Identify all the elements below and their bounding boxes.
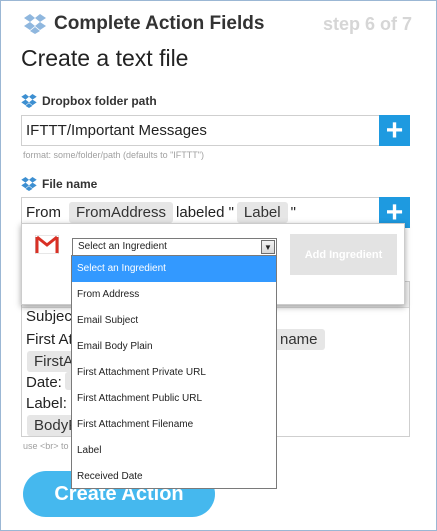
option-email-subject[interactable]: Email Subject [72,308,276,334]
file-name-prefix: From [26,204,61,221]
folder-path-label-text: Dropbox folder path [42,94,157,108]
file-name-middle: labeled " [176,204,234,221]
option-first-attachment-private-url[interactable]: First Attachment Private URL [72,360,276,386]
chevron-down-icon[interactable]: ▼ [261,240,275,254]
folder-path-label: Dropbox folder path [21,94,157,108]
header-title: Complete Action Fields [54,13,265,34]
gmail-icon [35,235,59,254]
option-label[interactable]: Label [72,438,276,464]
option-received-date[interactable]: Received Date [72,464,276,490]
ingredient-token-attachment-filename[interactable]: name [273,329,325,350]
add-ingredient-button[interactable]: Add Ingredient [290,234,397,275]
ingredient-options-list: Select an Ingredient From Address Email … [71,255,277,489]
option-from-address[interactable]: From Address [72,282,276,308]
file-name-label-text: File name [42,177,98,191]
plus-icon: + [385,113,404,147]
body-line-subject: Subject [26,308,77,325]
option-first-attachment-public-url[interactable]: First Attachment Public URL [72,386,276,412]
file-name-label: File name [21,177,97,191]
content-hint: use <br> to [23,441,69,451]
dropbox-icon [21,177,37,191]
ingredient-token-fromaddress[interactable]: FromAddress [69,202,174,223]
ingredient-token-label[interactable]: Label [236,202,288,223]
dropbox-logo-icon [24,14,46,34]
body-line-date: Date: [26,374,62,391]
option-select-an-ingredient[interactable]: Select an Ingredient [72,256,276,282]
header: Complete Action Fields step 6 of 7 [1,1,436,45]
page-title: Create a text file [21,45,189,71]
file-name-suffix: " [290,204,296,221]
body-line-label: Label: [26,395,67,412]
folder-add-ingredient-button[interactable]: + [379,115,410,146]
ingredient-select-value: Select an Ingredient [78,241,167,252]
window-frame: Complete Action Fields step 6 of 7 Creat… [0,0,437,531]
ingredient-select[interactable]: Select an Ingredient ▼ [72,238,277,256]
body-line-attachment-text: First Att [26,331,77,348]
dropbox-icon [21,94,37,108]
option-email-body-plain[interactable]: Email Body Plain [72,334,276,360]
folder-path-hint: format: some/folder/path (defaults to "I… [23,150,204,160]
folder-path-input[interactable]: IFTTT/Important Messages [21,115,410,146]
body-line-attachment: First Att [26,331,77,348]
step-indicator: step 6 of 7 [322,14,412,34]
option-first-attachment-filename[interactable]: First Attachment Filename [72,412,276,438]
